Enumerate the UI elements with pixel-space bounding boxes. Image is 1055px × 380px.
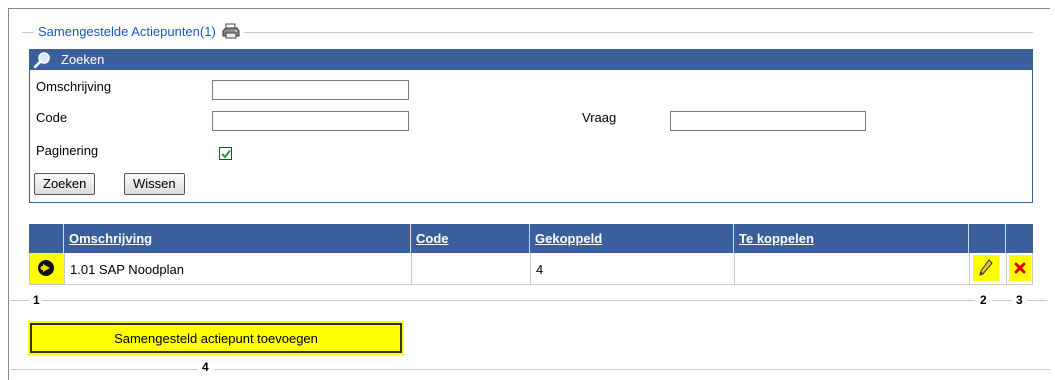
fieldset-legend: Samengestelde Actiepunten(1) — [34, 23, 244, 39]
delete-button[interactable] — [1009, 255, 1031, 281]
gekoppeld-cell: 4 — [530, 253, 734, 284]
sort-gekoppeld-link[interactable]: Gekoppeld — [535, 231, 602, 246]
delete-cell — [1006, 253, 1033, 284]
omschrijving-input[interactable] — [212, 80, 409, 100]
callout-2: 2 — [980, 293, 987, 307]
paginering-label: Paginering — [36, 143, 99, 158]
column-header-omschrijving: Omschrijving — [63, 224, 410, 253]
vraag-label: Vraag — [582, 110, 617, 125]
search-panel-title: Zoeken — [61, 52, 105, 67]
callout-line-middle — [42, 300, 975, 301]
column-header-te-koppelen: Te koppelen — [733, 224, 968, 253]
search-panel-header: Zoeken — [29, 49, 1033, 70]
omschrijving-cell: 1.01 SAP Noodplan — [64, 253, 411, 284]
search-panel: Omschrijving Code Vraag Paginering Zoeke… — [29, 70, 1033, 203]
checkmark-icon — [220, 149, 231, 159]
code-label: Code — [36, 110, 68, 125]
code-input[interactable] — [212, 111, 409, 131]
paginering-checkbox[interactable] — [219, 147, 232, 160]
callout-line-bottom-left — [10, 369, 198, 370]
sort-te-koppelen-link[interactable]: Te koppelen — [739, 231, 814, 246]
legend-title: Samengestelde Actiepunten(1) — [38, 23, 216, 39]
column-header-code: Code — [410, 224, 529, 253]
pencil-icon — [979, 259, 993, 276]
printer-icon[interactable] — [222, 23, 240, 39]
red-x-icon — [1014, 262, 1026, 274]
sort-omschrijving-link[interactable]: Omschrijving — [69, 231, 152, 246]
callout-1: 1 — [33, 293, 40, 307]
gekoppeld-value: 4 — [536, 262, 544, 277]
vraag-input[interactable] — [670, 111, 866, 131]
callout-3: 3 — [1016, 293, 1023, 307]
edit-cell — [969, 253, 1006, 284]
search-button[interactable]: Zoeken — [34, 173, 96, 195]
te-koppelen-cell — [734, 253, 969, 284]
magnifier-icon — [33, 51, 50, 68]
header-edit-cell — [968, 224, 1005, 253]
callout-line-right — [1027, 300, 1047, 301]
callout-line-2-3 — [992, 300, 1012, 301]
column-header-gekoppeld: Gekoppeld — [529, 224, 733, 253]
table-row: 1.01 SAP Noodplan 4 — [29, 253, 1033, 285]
results-table-header: Omschrijving Code Gekoppeld Te koppelen — [29, 224, 1033, 253]
clear-button[interactable]: Wissen — [124, 173, 185, 195]
omschrijving-value: 1.01 SAP Noodplan — [70, 262, 184, 277]
omschrijving-label: Omschrijving — [36, 79, 112, 94]
add-composite-action-button[interactable]: Samengesteld actiepunt toevoegen — [30, 323, 402, 353]
callout-line-left — [10, 300, 29, 301]
code-cell — [411, 253, 530, 284]
edit-button[interactable] — [973, 255, 999, 281]
view-cell — [30, 253, 64, 284]
callout-line-bottom-right — [214, 369, 1050, 370]
header-action-cell — [29, 224, 63, 253]
header-delete-cell — [1005, 224, 1033, 253]
sort-code-link[interactable]: Code — [416, 231, 449, 246]
arrow-circle-icon[interactable] — [37, 259, 55, 277]
callout-4: 4 — [202, 360, 209, 374]
